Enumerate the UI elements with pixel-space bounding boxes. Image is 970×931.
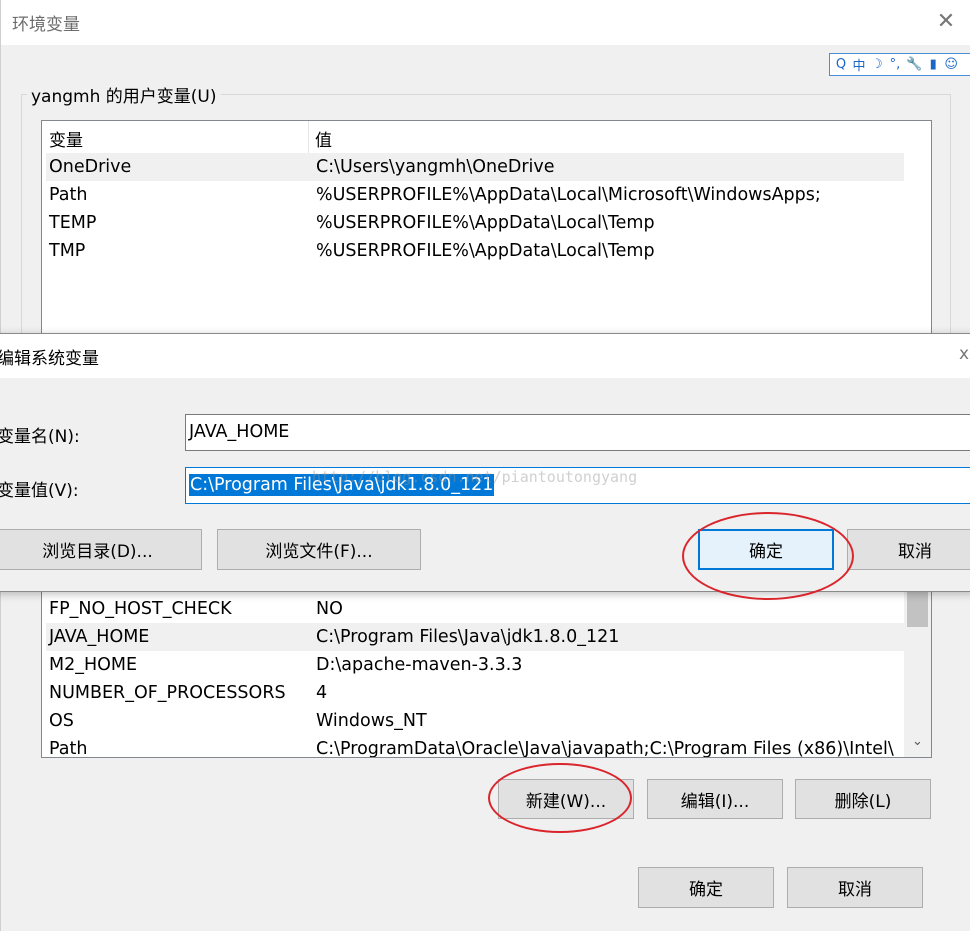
table-row[interactable]: NUMBER_OF_PROCESSORS 4 bbox=[46, 679, 904, 707]
close-icon[interactable]: x bbox=[959, 344, 969, 364]
system-variables-list[interactable]: FP_NO_HOST_CHECK NO JAVA_HOME C:\Program… bbox=[41, 590, 932, 758]
edit-dialog-title: 编辑系统变量 bbox=[0, 349, 99, 369]
var-name: Path bbox=[49, 739, 88, 758]
var-name: NUMBER_OF_PROCESSORS bbox=[49, 683, 286, 703]
var-name: JAVA_HOME bbox=[49, 627, 150, 647]
delete-button[interactable]: 删除(L) bbox=[795, 779, 931, 819]
user-variables-list[interactable]: 变量 值 OneDrive C:\Users\yangmh\OneDrive P… bbox=[41, 120, 932, 340]
table-row[interactable]: Path %USERPROFILE%\AppData\Local\Microso… bbox=[46, 181, 904, 209]
var-name: OS bbox=[49, 711, 74, 731]
var-value: %USERPROFILE%\AppData\Local\Temp bbox=[316, 241, 655, 261]
var-name: TEMP bbox=[49, 213, 97, 233]
column-header-value[interactable]: 值 bbox=[315, 126, 332, 151]
var-value: 4 bbox=[316, 683, 328, 703]
env-titlebar: 环境变量 ✕ bbox=[1, 0, 970, 45]
user-variables-label: yangmh 的用户变量(U) bbox=[27, 82, 221, 107]
table-row[interactable]: Path C:\ProgramData\Oracle\Java\javapath… bbox=[46, 735, 904, 758]
browse-file-button[interactable]: 浏览文件(F)... bbox=[217, 529, 421, 570]
ime-toolbar[interactable]: Q 中 ☽ °, 🔧 ▮ ☺ bbox=[829, 53, 970, 76]
table-row[interactable]: OS Windows_NT bbox=[46, 707, 904, 735]
table-row[interactable]: TEMP %USERPROFILE%\AppData\Local\Temp bbox=[46, 209, 904, 237]
chevron-down-icon[interactable]: ⌄ bbox=[907, 731, 928, 753]
punctuation-icon[interactable]: °, bbox=[888, 57, 902, 72]
table-row[interactable]: TMP %USERPROFILE%\AppData\Local\Temp bbox=[46, 237, 904, 265]
var-value: %USERPROFILE%\AppData\Local\Temp bbox=[316, 213, 655, 233]
cancel-button[interactable]: 取消 bbox=[787, 867, 923, 908]
var-name: FP_NO_HOST_CHECK bbox=[49, 599, 232, 619]
variable-name-input[interactable]: JAVA_HOME bbox=[185, 414, 970, 451]
annotation-ellipse bbox=[488, 763, 632, 833]
var-value: %USERPROFILE%\AppData\Local\Microsoft\Wi… bbox=[316, 185, 821, 205]
ok-button[interactable]: 确定 bbox=[638, 867, 774, 908]
var-value: C:\Program Files\Java\jdk1.8.0_121 bbox=[316, 627, 620, 647]
var-name: Path bbox=[49, 185, 88, 205]
var-name: TMP bbox=[49, 241, 86, 261]
moon-icon[interactable]: ☽ bbox=[870, 57, 884, 72]
search-icon[interactable]: Q bbox=[834, 57, 848, 72]
smiley-icon[interactable]: ☺ bbox=[944, 57, 958, 72]
env-window-title: 环境变量 bbox=[12, 15, 80, 35]
var-value: D:\apache-maven-3.3.3 bbox=[316, 655, 523, 675]
variable-name-label: 变量名(N): bbox=[0, 427, 80, 447]
var-value: C:\Users\yangmh\OneDrive bbox=[316, 157, 555, 177]
close-icon[interactable]: ✕ bbox=[931, 8, 961, 36]
table-row[interactable]: M2_HOME D:\apache-maven-3.3.3 bbox=[46, 651, 904, 679]
chinese-mode-icon[interactable]: 中 bbox=[852, 55, 866, 74]
scrollbar-thumb[interactable] bbox=[907, 591, 928, 627]
var-value: Windows_NT bbox=[316, 711, 427, 731]
var-value: C:\ProgramData\Oracle\Java\javapath;C:\P… bbox=[316, 739, 894, 758]
annotation-ellipse bbox=[682, 512, 854, 600]
var-name: OneDrive bbox=[49, 157, 132, 177]
vertical-scrollbar[interactable]: ⌄ bbox=[904, 591, 931, 757]
clipboard-icon[interactable]: ▮ bbox=[926, 57, 940, 72]
table-row[interactable]: JAVA_HOME C:\Program Files\Java\jdk1.8.0… bbox=[46, 623, 904, 651]
edit-button[interactable]: 编辑(I)... bbox=[647, 779, 783, 819]
cancel-button[interactable]: 取消 bbox=[847, 529, 970, 570]
browse-directory-button[interactable]: 浏览目录(D)... bbox=[0, 529, 202, 570]
var-value: NO bbox=[316, 599, 343, 619]
watermark: http://blog.csdn.net/piantoutongyang bbox=[312, 468, 638, 486]
edit-dialog-titlebar: 编辑系统变量 x bbox=[0, 334, 970, 378]
table-row[interactable]: OneDrive C:\Users\yangmh\OneDrive bbox=[46, 153, 904, 181]
list-header[interactable]: 变量 值 bbox=[42, 121, 931, 153]
var-name: M2_HOME bbox=[49, 655, 138, 675]
wrench-icon[interactable]: 🔧 bbox=[906, 57, 922, 72]
column-header-name[interactable]: 变量 bbox=[49, 126, 83, 151]
variable-value-label: 变量值(V): bbox=[0, 481, 79, 501]
